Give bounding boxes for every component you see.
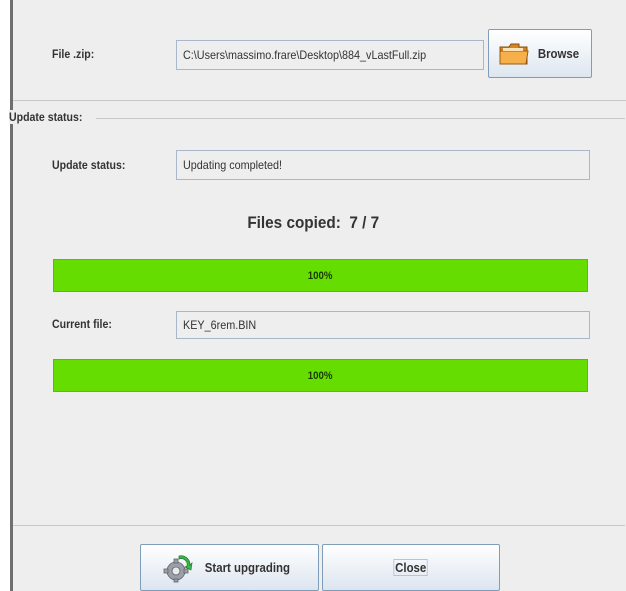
start-upgrading-button[interactable]: Start upgrading (140, 544, 319, 591)
current-file-label: Current file: (52, 317, 112, 331)
start-upgrading-label: Start upgrading (204, 560, 291, 575)
update-status-group-title: Update status: (9, 110, 97, 124)
update-dialog: File .zip: C:\Users\massimo.frare\Deskto… (0, 0, 626, 591)
total-progress-text: 100% (308, 269, 333, 282)
update-status-value: Updating completed! (183, 158, 283, 172)
gear-upgrade-icon (163, 554, 193, 582)
file-progress-text: 100% (308, 369, 333, 382)
browse-button-label: Browse (537, 46, 579, 61)
files-copied-count: 7 (349, 213, 358, 232)
file-progress-bar: 100% (53, 359, 588, 392)
close-button[interactable]: Close (322, 544, 500, 591)
files-copied-counter: Files copied: 7 / 7 (0, 213, 626, 233)
group-title-text: Update status: (9, 110, 83, 124)
folder-icon (499, 43, 529, 64)
current-file-field: KEY_6rem.BIN (176, 311, 590, 339)
file-progress-text-wrap: 100% (54, 360, 587, 391)
current-file-value: KEY_6rem.BIN (183, 318, 257, 332)
file-zip-label: File .zip: (52, 47, 95, 61)
browse-button[interactable]: Browse (488, 29, 592, 78)
files-copied-total: 7 (370, 213, 379, 232)
update-status-label: Update status: (52, 158, 126, 172)
total-progress-text-wrap: 100% (54, 260, 587, 291)
files-copied-label: Files copied: (247, 213, 341, 232)
files-copied-separator: / (361, 213, 367, 232)
file-path-value: C:\Users\massimo.frare\Desktop\884_vLast… (183, 48, 427, 62)
close-button-label: Close (393, 559, 429, 576)
total-progress-bar: 100% (53, 259, 588, 292)
update-status-field: Updating completed! (176, 150, 590, 180)
file-path-input[interactable]: C:\Users\massimo.frare\Desktop\884_vLast… (176, 40, 484, 70)
